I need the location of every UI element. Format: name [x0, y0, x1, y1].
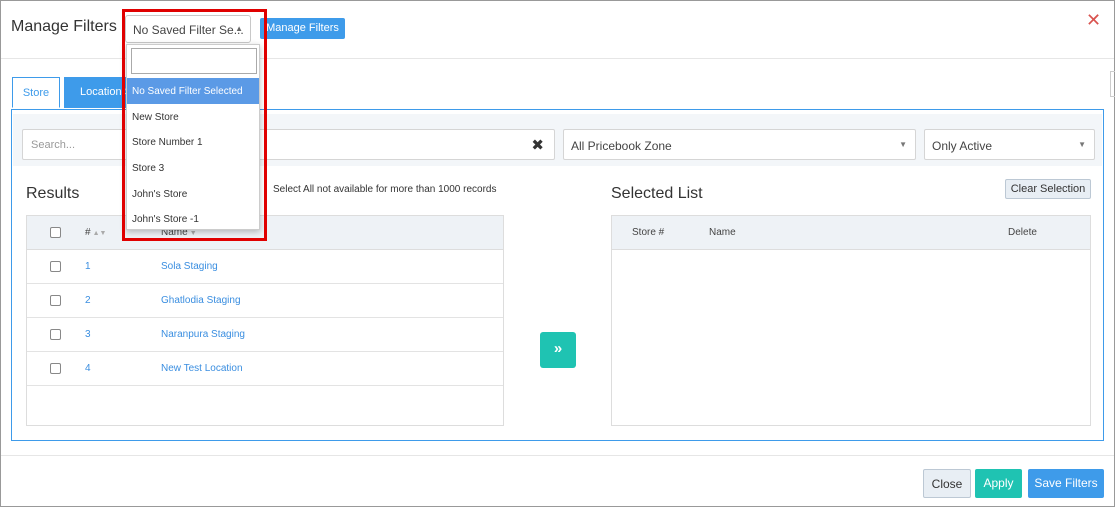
- move-to-selected-button[interactable]: »: [540, 332, 576, 368]
- results-heading: Results: [26, 185, 80, 202]
- selected-list-heading: Selected List: [611, 185, 703, 202]
- saved-filter-select[interactable]: No Saved Filter Se... ▲: [125, 15, 251, 43]
- status-value: Only Active: [932, 139, 993, 153]
- modal-title: Manage Filters: [11, 18, 117, 35]
- close-icon[interactable]: ✕: [1086, 9, 1101, 31]
- row-name-link[interactable]: Ghatlodia Staging: [161, 295, 241, 306]
- dropdown-option[interactable]: New Store: [127, 104, 259, 130]
- sort-icon: ▲▼: [92, 230, 107, 237]
- apply-button[interactable]: Apply: [975, 469, 1022, 498]
- row-checkbox[interactable]: [50, 363, 61, 374]
- table-row: 4 New Test Location: [27, 352, 503, 386]
- footer-divider: [1, 455, 1114, 456]
- dropdown-option[interactable]: No Saved Filter Selected: [127, 78, 259, 104]
- pricebook-zone-select[interactable]: All Pricebook Zone ▼: [563, 129, 916, 160]
- row-number[interactable]: 1: [85, 261, 91, 272]
- row-checkbox[interactable]: [50, 295, 61, 306]
- manage-filters-button[interactable]: Manage Filters: [260, 18, 345, 39]
- select-all-note: Select All not available for more than 1…: [273, 184, 497, 195]
- selected-table: Store # Name Delete: [611, 215, 1091, 426]
- caret-down-icon: ▼: [899, 140, 907, 149]
- table-row: 2 Ghatlodia Staging: [27, 284, 503, 318]
- row-name-link[interactable]: Sola Staging: [161, 261, 218, 272]
- clear-search-icon[interactable]: ✖: [531, 136, 544, 154]
- saved-filter-value: No Saved Filter Se...: [133, 23, 244, 37]
- table-row: 3 Naranpura Staging: [27, 318, 503, 352]
- results-table: # ▲▼ Name ▼ 1 Sola Staging 2 Ghatlodia Sta…: [26, 215, 504, 426]
- column-header-number[interactable]: # ▲▼: [85, 227, 106, 238]
- tab-location[interactable]: Location S: [64, 77, 134, 108]
- column-header-name: Name: [709, 227, 736, 238]
- row-checkbox[interactable]: [50, 329, 61, 340]
- selected-table-header: Store # Name Delete: [612, 216, 1090, 250]
- table-row: 1 Sola Staging: [27, 250, 503, 284]
- close-button[interactable]: Close: [923, 469, 971, 498]
- search-box: ✖: [22, 129, 555, 160]
- caret-down-icon: ▼: [1078, 140, 1086, 149]
- clear-selection-button[interactable]: Clear Selection: [1005, 179, 1091, 199]
- row-number[interactable]: 4: [85, 363, 91, 374]
- manage-filters-modal: Manage Filters No Saved Filter Se... ▲ M…: [0, 0, 1115, 507]
- column-header-store-number: Store #: [632, 227, 665, 238]
- caret-up-icon: ▲: [235, 24, 243, 33]
- select-all-checkbox[interactable]: [50, 227, 61, 238]
- results-table-header: # ▲▼ Name ▼: [27, 216, 503, 250]
- row-number[interactable]: 3: [85, 329, 91, 340]
- row-name-link[interactable]: Naranpura Staging: [161, 329, 245, 340]
- row-number[interactable]: 2: [85, 295, 91, 306]
- dropdown-option[interactable]: John's Store -1: [127, 206, 259, 232]
- dropdown-option[interactable]: Store Number 1: [127, 129, 259, 155]
- status-select[interactable]: Only Active ▼: [924, 129, 1095, 160]
- search-input[interactable]: [23, 130, 503, 159]
- column-header-delete: Delete: [1008, 227, 1037, 238]
- dropdown-option[interactable]: John's Store: [127, 181, 259, 207]
- dropdown-option[interactable]: Store 3: [127, 155, 259, 181]
- dropdown-search-input[interactable]: [131, 48, 257, 74]
- scroll-edge: [1110, 71, 1115, 97]
- row-checkbox[interactable]: [50, 261, 61, 272]
- save-filters-button[interactable]: Save Filters: [1028, 469, 1104, 498]
- row-name-link[interactable]: New Test Location: [161, 363, 243, 374]
- pricebook-zone-value: All Pricebook Zone: [571, 139, 672, 153]
- tab-store[interactable]: Store: [12, 77, 60, 108]
- saved-filter-dropdown: No Saved Filter Selected New Store Store…: [126, 44, 260, 230]
